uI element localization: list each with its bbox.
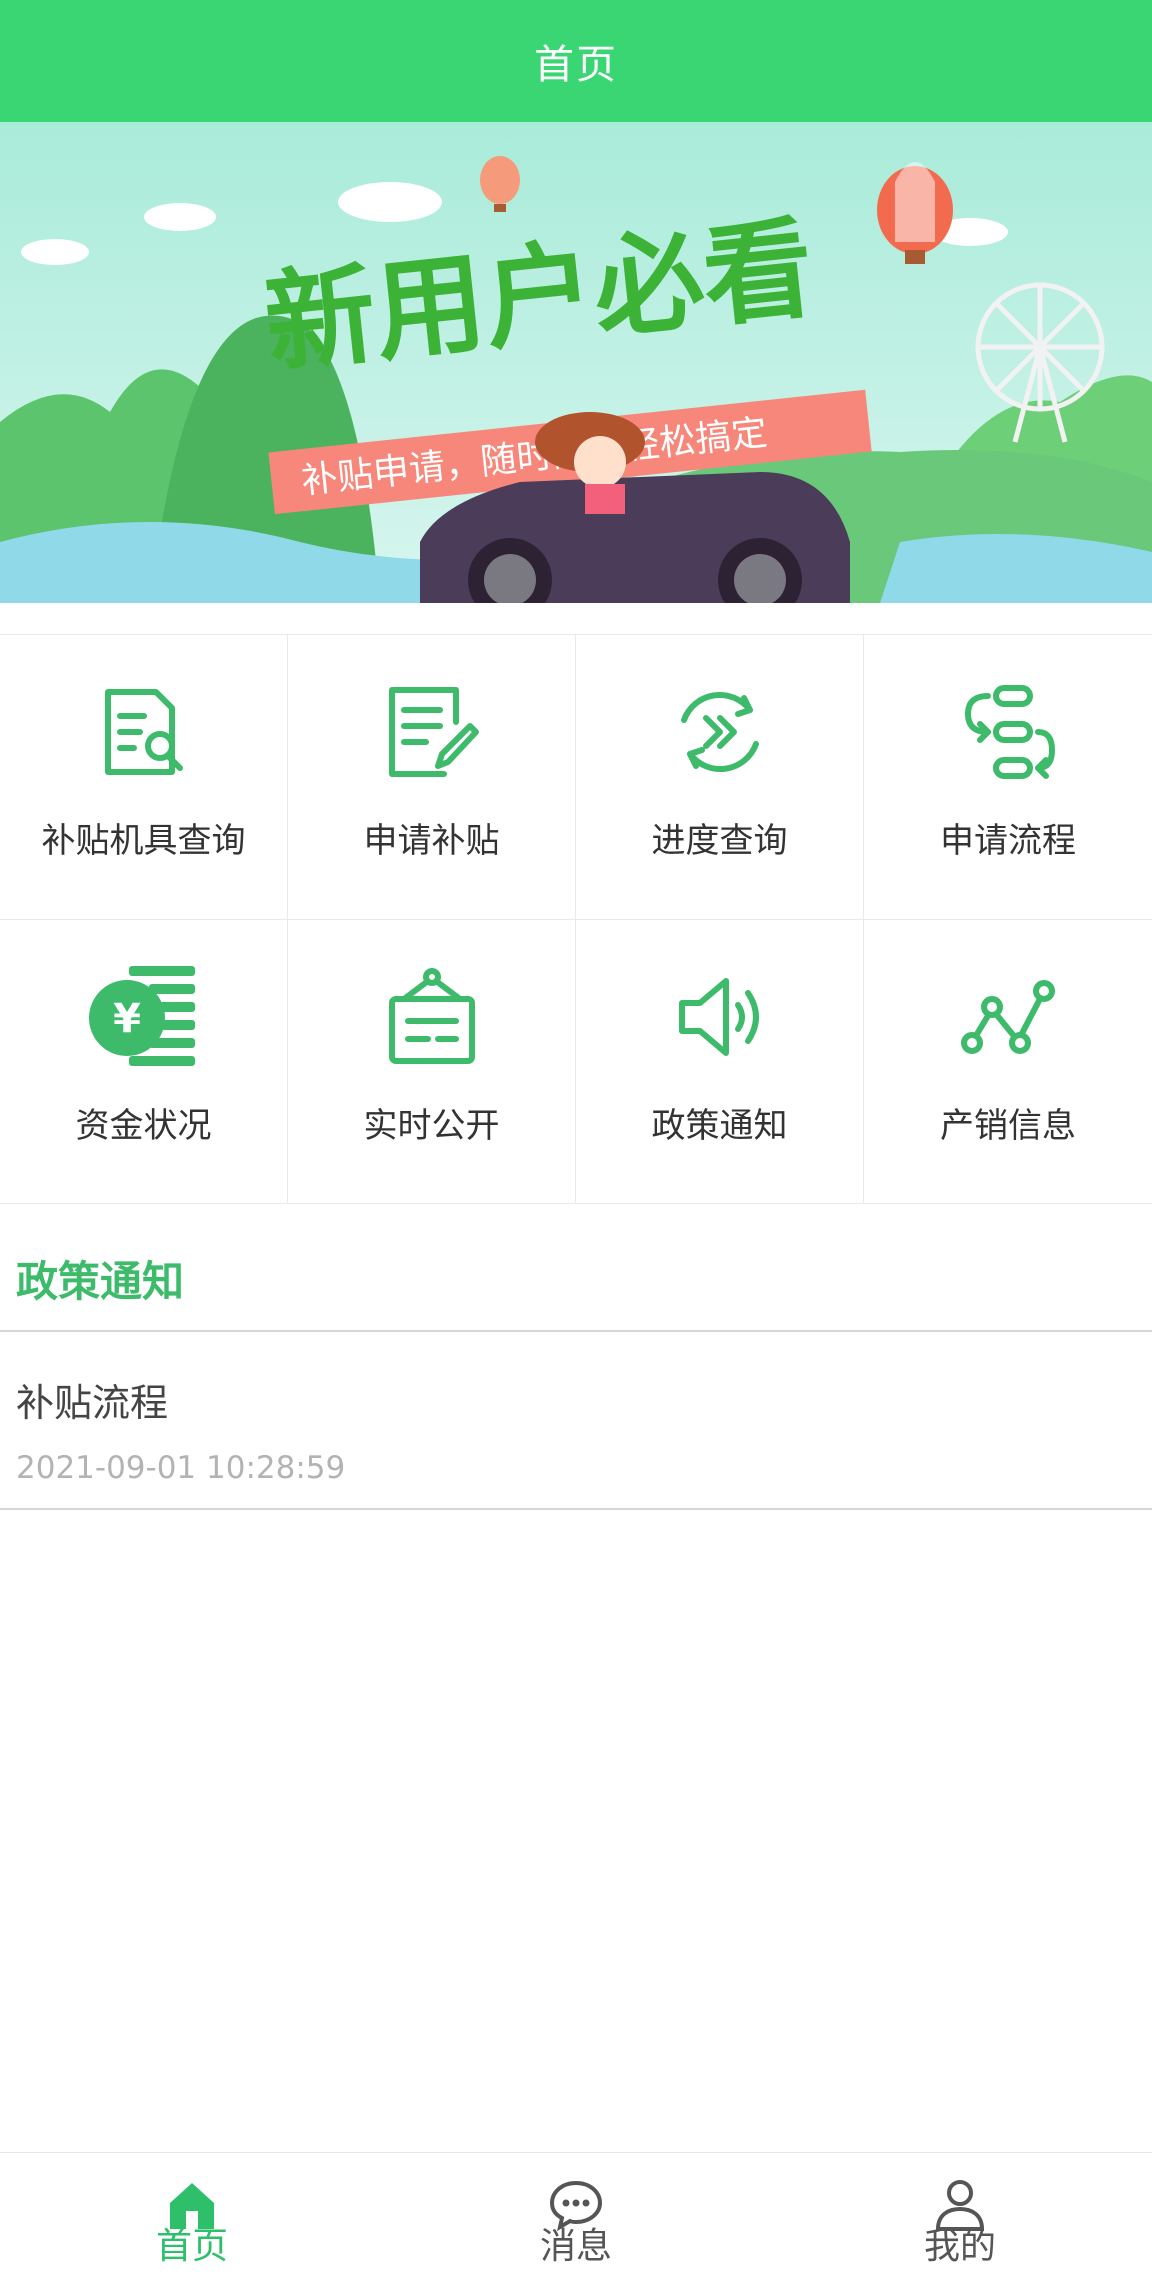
- grid-item-label: 资金状况: [75, 1105, 212, 1146]
- grid-item-label: 进度查询: [651, 821, 788, 861]
- tab-label: 我的: [923, 2226, 996, 2267]
- grid-item-label: 补贴机具查询: [41, 821, 246, 861]
- yuan-coins-icon: ¥: [88, 962, 199, 1072]
- top-header: 首页: [0, 0, 1152, 122]
- notice-item[interactable]: 补贴流程 2021-09-01 10:28:59: [0, 1332, 1152, 1508]
- section-title-policy: 政策通知: [16, 1257, 185, 1306]
- progress-forward-icon: [665, 677, 775, 787]
- grid-item-label: 产销信息: [940, 1105, 1076, 1146]
- tab-label: 首页: [155, 2226, 228, 2267]
- promo-banner[interactable]: 新用户必看 补贴申请，随时随地轻松搞定: [0, 122, 1152, 603]
- tab-profile[interactable]: 我的: [768, 2153, 1152, 2278]
- grid-item-label: 政策通知: [651, 1105, 788, 1146]
- banner-illustration: 新用户必看 补贴申请，随时随地轻松搞定: [0, 122, 1152, 603]
- line-trend-icon: [953, 962, 1063, 1072]
- tab-home[interactable]: 首页: [0, 2153, 384, 2278]
- notice-time: 2021-09-01 10:28:59: [16, 1450, 346, 1486]
- grid-item-apply-subsidy[interactable]: 申请补贴: [288, 635, 576, 920]
- grid-item-sales[interactable]: 产销信息: [864, 920, 1152, 1204]
- bottom-tabbar: 首页 消息 我的: [0, 2152, 1152, 2278]
- process-flow-icon: [953, 677, 1063, 787]
- grid-item-public[interactable]: 实时公开: [288, 919, 576, 1204]
- notice-board-icon: [377, 962, 487, 1072]
- grid-item-policy[interactable]: 政策通知: [576, 919, 864, 1204]
- speaker-icon: [665, 962, 775, 1072]
- grid-item-process[interactable]: 申请流程: [864, 635, 1152, 920]
- tab-label: 消息: [539, 2226, 612, 2267]
- svg-text:¥: ¥: [113, 996, 141, 1042]
- grid-item-label: 申请流程: [940, 821, 1076, 861]
- grid-item-funds[interactable]: ¥ 资金状况: [0, 919, 288, 1204]
- grid-item-label: 申请补贴: [363, 821, 500, 861]
- app-root: 首页 新用户必看 补贴申请，随时随地轻松搞定 补贴机具查询 申请补贴 进度查询 …: [0, 0, 1152, 2278]
- tab-messages[interactable]: 消息: [384, 2153, 768, 2278]
- edit-document-icon: [377, 677, 487, 787]
- grid-item-progress-query[interactable]: 进度查询: [576, 635, 864, 920]
- grid-item-label: 实时公开: [363, 1105, 500, 1146]
- document-search-icon: [89, 677, 199, 787]
- feature-grid: 补贴机具查询 申请补贴 进度查询 申请流程 ¥ 资金状况 实时公开 政策通知 产…: [0, 634, 1152, 1204]
- divider: [0, 1508, 1152, 1510]
- notice-title: 补贴流程: [16, 1381, 169, 1425]
- page-title: 首页: [534, 42, 618, 88]
- grid-item-machine-query[interactable]: 补贴机具查询: [0, 635, 288, 920]
